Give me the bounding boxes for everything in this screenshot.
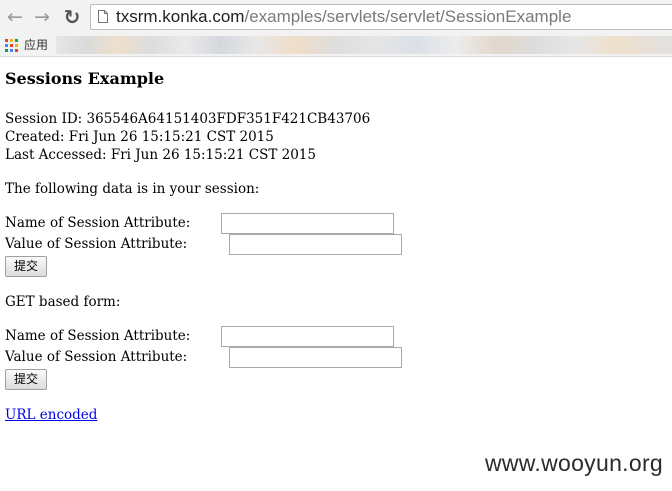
browser-toolbar: ← → ↻ txsrm.konka.com/examples/servlets/… xyxy=(0,0,672,34)
post-attribute-value-input[interactable] xyxy=(229,234,402,255)
get-form-heading: GET based form: xyxy=(5,294,121,310)
post-attribute-name-input[interactable] xyxy=(221,213,394,234)
session-last-accessed-text: Last Accessed: Fri Jun 26 15:15:21 CST 2… xyxy=(5,147,316,163)
watermark-text: www.wooyun.org xyxy=(484,450,663,476)
blurred-bookmarks xyxy=(56,36,672,54)
get-name-label: Name of Session Attribute: xyxy=(5,328,191,344)
url-path: /examples/servlets/servlet/SessionExampl… xyxy=(244,7,572,26)
get-attribute-name-input[interactable] xyxy=(221,326,394,347)
url-encoded-link[interactable]: URL encoded xyxy=(5,406,97,424)
post-submit-button[interactable]: 提交 xyxy=(5,256,47,277)
reload-icon[interactable]: ↻ xyxy=(61,5,83,29)
post-value-label: Value of Session Attribute: xyxy=(5,236,188,252)
get-attribute-value-input[interactable] xyxy=(229,347,402,368)
back-arrow-icon[interactable]: ← xyxy=(4,5,26,29)
session-id-text: Session ID: 365546A64151403FDF351F421CB4… xyxy=(5,111,371,127)
get-value-label: Value of Session Attribute: xyxy=(5,349,188,365)
url-host: txsrm.konka.com xyxy=(116,7,245,26)
apps-bookmark-label[interactable]: 应用 xyxy=(24,37,48,53)
apps-grid-icon[interactable] xyxy=(5,39,18,52)
address-bar[interactable]: txsrm.konka.com/examples/servlets/servle… xyxy=(90,4,672,30)
page-title: Sessions Example xyxy=(5,69,165,88)
post-name-label: Name of Session Attribute: xyxy=(5,215,191,231)
session-data-intro: The following data is in your session: xyxy=(5,181,260,197)
bookmarks-bar: 应用 xyxy=(0,34,672,57)
url-text[interactable]: txsrm.konka.com/examples/servlets/servle… xyxy=(116,5,571,29)
get-submit-button[interactable]: 提交 xyxy=(5,369,47,390)
forward-arrow-icon[interactable]: → xyxy=(31,5,53,29)
session-created-text: Created: Fri Jun 26 15:15:21 CST 2015 xyxy=(5,129,274,145)
page-icon xyxy=(98,10,108,23)
